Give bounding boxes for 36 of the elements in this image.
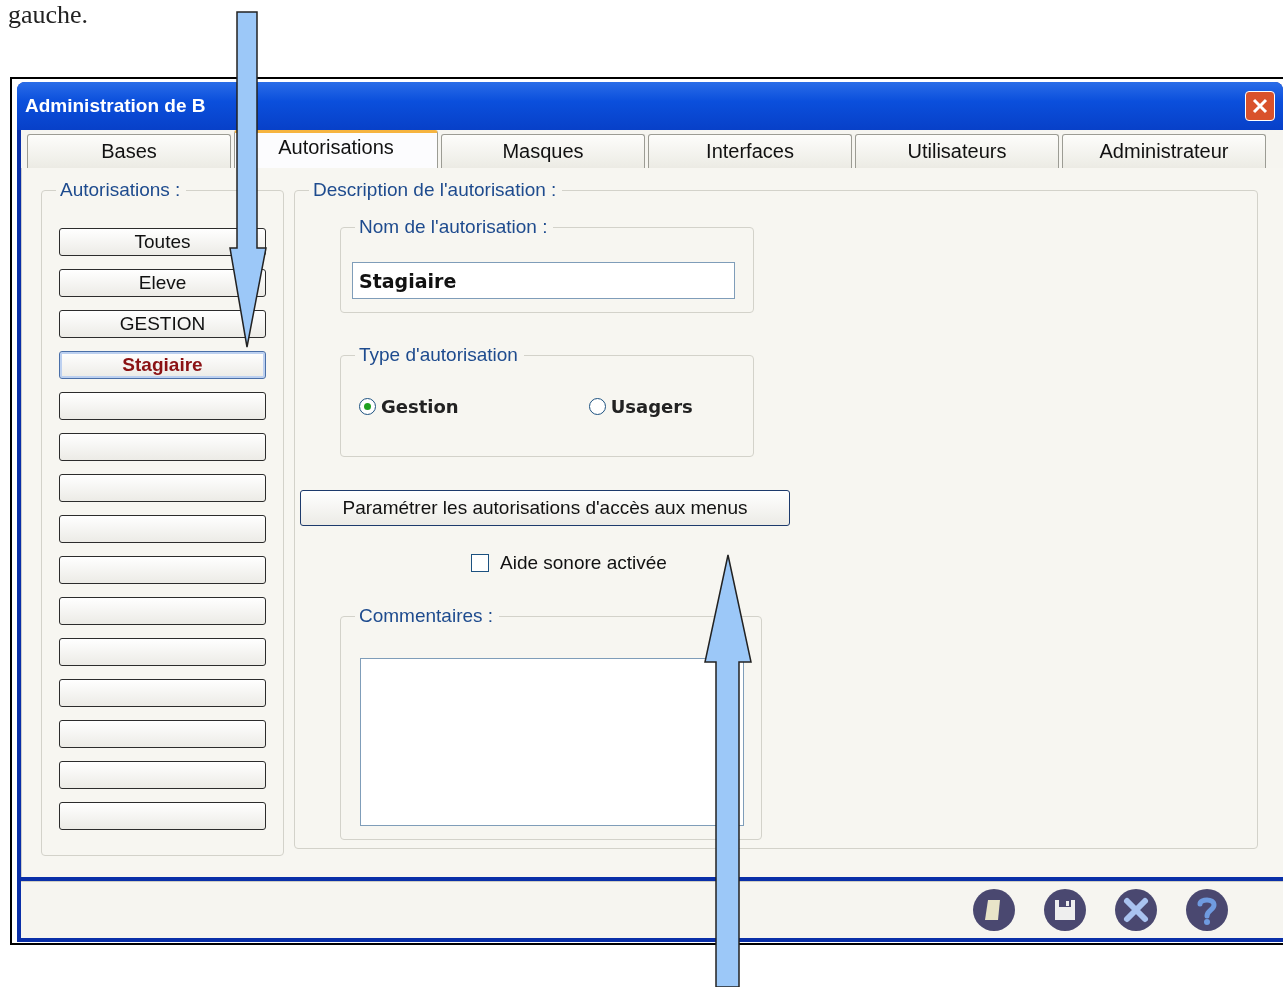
authorisation-button[interactable] [59,515,266,543]
authorisation-button[interactable] [59,556,266,584]
close-button[interactable] [1245,91,1275,121]
authorisation-button[interactable] [59,474,266,502]
tab[interactable]: Administrateur [1062,134,1266,168]
authorisation-button[interactable] [59,433,266,461]
tab[interactable]: Bases [27,134,231,168]
radio-label: Gestion [381,396,459,417]
help-icon[interactable] [1185,888,1229,932]
authorisation-button[interactable] [59,392,266,420]
window-title: Administration de B [25,95,206,117]
tab[interactable]: Masques [441,134,645,168]
comments-field[interactable] [360,658,744,826]
radio-option[interactable]: Gestion [359,396,459,417]
save-icon[interactable] [1043,888,1087,932]
radio-button[interactable] [588,398,606,415]
authorisation-button[interactable] [59,761,266,789]
tab[interactable]: Utilisateurs [855,134,1059,168]
checkbox-label: Aide sonore activée [500,552,667,574]
authorisation-button[interactable]: GESTION [59,310,266,338]
authorisation-button[interactable] [59,597,266,625]
authorisation-button[interactable] [59,720,266,748]
document-text: gauche. [8,0,90,30]
authorisation-button[interactable] [59,802,266,830]
menu-permissions-button[interactable]: Paramétrer les autorisations d'accès aux menus [300,490,790,526]
authorisation-button[interactable] [59,679,266,707]
document-icon[interactable] [972,888,1016,932]
authorisation-button[interactable]: Stagiaire [59,351,266,379]
radio-button[interactable] [359,398,376,415]
checkbox[interactable] [471,554,489,572]
name-input-field[interactable]: Stagiaire [352,262,735,299]
close-icon[interactable] [1114,888,1158,932]
authorisation-button[interactable] [59,638,266,666]
radio-label: Usagers [610,396,693,417]
tab[interactable]: Interfaces [648,134,852,168]
radio-option[interactable]: Usagers [588,396,693,417]
